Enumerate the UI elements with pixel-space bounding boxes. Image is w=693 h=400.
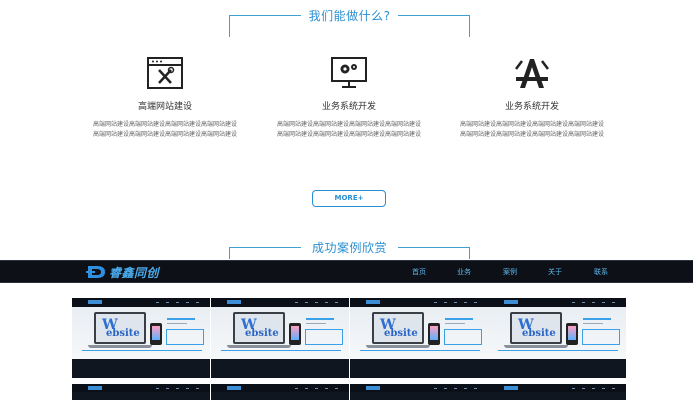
top-navbar: 睿鑫同创 首页 业务 案例 关于 联系 — [0, 260, 693, 283]
app-store-icon — [512, 55, 552, 91]
service-desc: 高端网站建设高端网站建设高端网站建设高端网站建设高端网站建设高端网站建设高端网站… — [92, 121, 237, 138]
nav-item-about[interactable]: 关于 — [548, 267, 562, 277]
nav-item-contact[interactable]: 联系 — [594, 267, 608, 277]
nav-item-cases[interactable]: 案例 — [503, 267, 517, 277]
monitor-gears-icon — [329, 55, 369, 91]
service-item: 业务系统开发 高端网站建设高端网站建设高端网站建设高端网站建设高端网站建设高端网… — [274, 55, 424, 140]
case-thumbnail[interactable] — [488, 384, 626, 400]
carousel-dots — [72, 368, 210, 378]
section-heading-services: 我们能做什么? — [229, 9, 470, 37]
case-thumbnail[interactable]: Website — [72, 298, 210, 378]
case-thumbnail[interactable] — [72, 384, 210, 400]
case-thumbnail[interactable]: Website — [211, 298, 349, 378]
case-thumbnail[interactable] — [350, 384, 488, 400]
brand-name: 睿鑫同创 — [109, 265, 160, 280]
service-item: 高端网站建设 高端网站建设高端网站建设高端网站建设高端网站建设高端网站建设高端网… — [90, 55, 240, 140]
service-desc: 高端网站建设高端网站建设高端网站建设高端网站建设高端网站建设高端网站建设高端网站… — [459, 121, 604, 138]
case-thumbnail[interactable] — [211, 384, 349, 400]
service-item: 业务系统开发 高端网站建设高端网站建设高端网站建设高端网站建设高端网站建设高端网… — [457, 55, 607, 140]
section-title: 成功案例欣赏 — [311, 241, 387, 255]
service-name: 业务系统开发 — [321, 102, 376, 112]
nav-item-home[interactable]: 首页 — [412, 267, 426, 277]
service-name: 业务系统开发 — [504, 102, 559, 112]
carousel-dots — [211, 368, 349, 378]
carousel-dots — [488, 368, 626, 378]
carousel-dots — [350, 368, 488, 378]
case-thumbnail[interactable]: Website — [350, 298, 488, 378]
browser-tools-icon — [145, 55, 185, 91]
logo[interactable]: 睿鑫同创 — [86, 264, 159, 280]
service-desc: 高端网站建设高端网站建设高端网站建设高端网站建设高端网站建设高端网站建设高端网站… — [276, 121, 421, 138]
logo-mark-icon — [86, 266, 105, 278]
nav-item-business[interactable]: 业务 — [457, 267, 471, 277]
service-name: 高端网站建设 — [137, 102, 192, 112]
section-title: 我们能做什么? — [308, 9, 391, 23]
case-thumbnail[interactable]: Website — [488, 298, 626, 378]
more-button[interactable]: MORE+ — [312, 190, 386, 207]
